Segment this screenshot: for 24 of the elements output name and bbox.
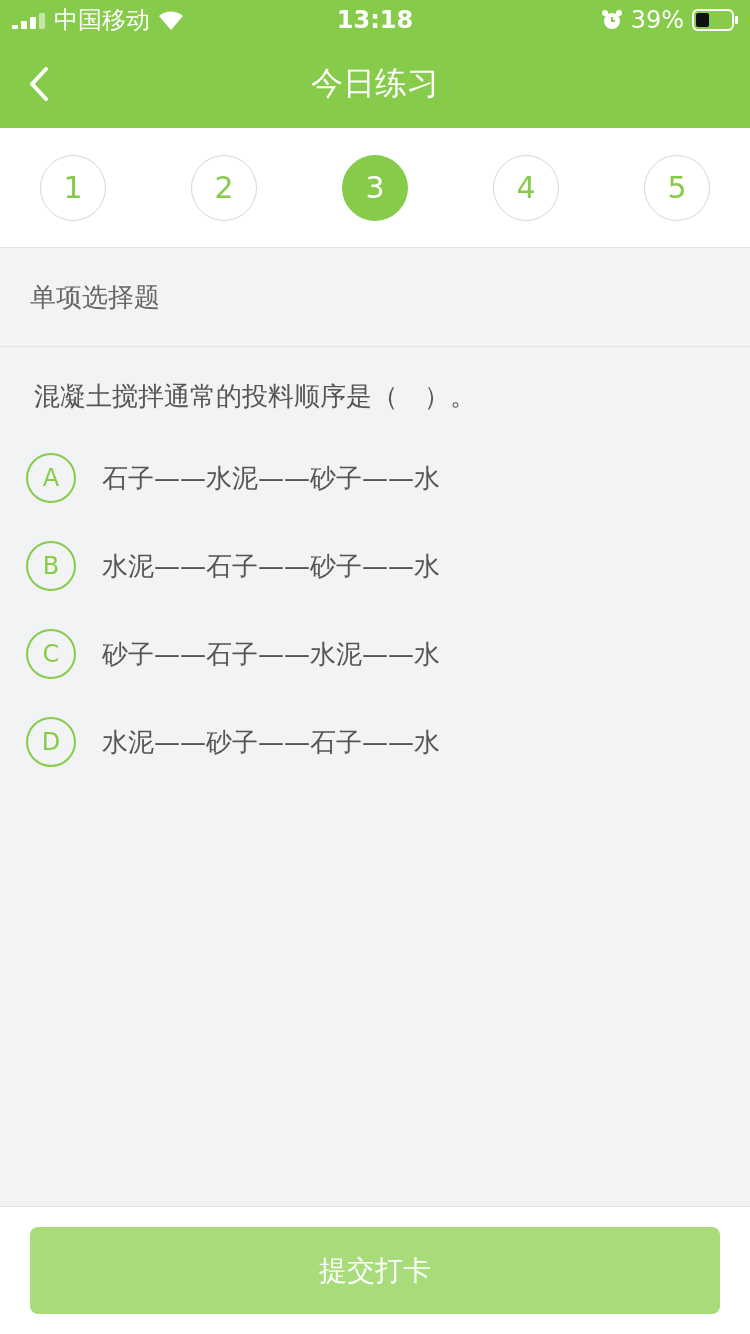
question-number-button[interactable]: 5 xyxy=(644,154,710,221)
signal-icon xyxy=(12,11,46,29)
question-number-button[interactable]: 2 xyxy=(191,154,257,221)
alarm-clock-icon xyxy=(600,9,623,31)
option-text[interactable]: 砂子——石子——水泥——水 xyxy=(102,636,440,672)
option-letter[interactable]: D xyxy=(26,717,76,767)
option-letter[interactable]: B xyxy=(26,541,76,591)
option-letter[interactable]: A xyxy=(26,453,76,503)
question-number-button[interactable]: 3 xyxy=(342,154,408,221)
question-text: 混凝土搅拌通常的投料顺序是（ ）。 xyxy=(33,380,477,413)
option-text[interactable]: 水泥——砂子——石子——水 xyxy=(102,724,440,760)
question-number-button[interactable]: 4 xyxy=(493,154,559,221)
battery-icon xyxy=(692,9,738,31)
question-number-button[interactable]: 1 xyxy=(40,154,106,221)
page-title: 今日练习 xyxy=(311,63,439,104)
status-time: 13:18 xyxy=(336,6,414,34)
battery-percent: 39% xyxy=(630,6,684,34)
section-header: 单项选择题 xyxy=(0,248,750,347)
option-letter[interactable]: C xyxy=(26,629,76,679)
wifi-icon xyxy=(158,10,184,30)
option-text[interactable]: 石子——水泥——砂子——水 xyxy=(102,460,440,496)
option-text[interactable]: 水泥——石子——砂子——水 xyxy=(102,548,440,584)
carrier-name: 中国移动 xyxy=(54,5,150,36)
back-icon[interactable] xyxy=(28,66,50,102)
